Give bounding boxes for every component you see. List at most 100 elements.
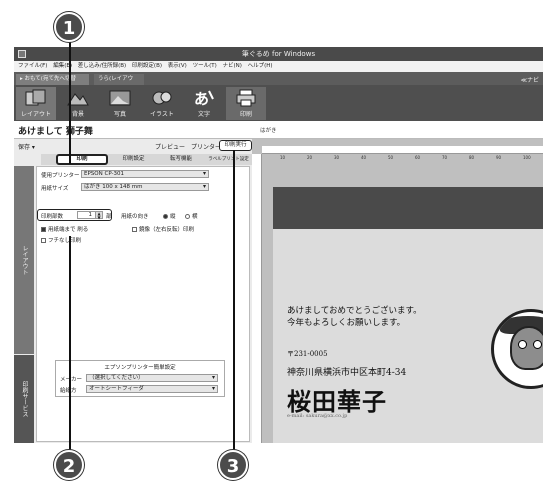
printer-icon xyxy=(236,89,256,107)
mirror-label: 鏡像（左右反転）印刷 xyxy=(139,227,195,233)
document-title: あけまして 獅子舞 xyxy=(18,127,93,137)
tab-back-side[interactable]: うら(レイアウト) xyxy=(94,74,144,93)
print-execute-button[interactable]: 印刷実行 xyxy=(219,140,252,151)
photo-icon xyxy=(109,90,131,106)
ribbon-background-label: 背景 xyxy=(71,111,84,118)
greeting-line-2: 今年もよろしくお願いします。 xyxy=(287,318,406,328)
printer-select[interactable]: EPSON CP-301 xyxy=(81,170,209,178)
callout-1: 1 xyxy=(54,12,84,42)
ribbon-illustration-button[interactable]: イラスト xyxy=(142,87,182,120)
navi-toggle[interactable]: ≪ナビ xyxy=(521,75,539,84)
callout-3-line xyxy=(233,150,235,456)
ribbon-photo-label: 写真 xyxy=(113,111,126,118)
ruler-label: 70 xyxy=(442,155,448,160)
title-bar: 筆ぐるめ for Windows xyxy=(14,47,543,61)
orientation-portrait[interactable]: 縦 xyxy=(161,212,176,220)
portrait-radio[interactable] xyxy=(163,214,168,219)
copies-stepper[interactable]: ▲ ▼ xyxy=(95,211,103,220)
card-header-band xyxy=(273,187,543,229)
ribbon-layout-button[interactable]: レイアウト xyxy=(16,87,56,120)
panel-toolbar: 保存 ▾ プレビュー プリンター設定 印刷実行 xyxy=(14,139,252,153)
canvas-area: 10 20 30 40 50 60 70 80 90 100 あけましておめでとうございます。 今… xyxy=(252,139,543,443)
ruler-label: 40 xyxy=(361,155,367,160)
menu-merge[interactable]: 差し込み/住所録(B) xyxy=(78,61,126,72)
ruler-label: 60 xyxy=(415,155,421,160)
paper-size-select[interactable]: はがき 100 x 148 mm xyxy=(81,183,209,191)
menu-view[interactable]: 表示(V) xyxy=(168,61,187,72)
ruler-marks: 10 20 30 40 50 60 70 80 90 100 xyxy=(280,155,531,160)
navi-label: ナビ xyxy=(526,77,539,84)
ruler-horizontal: 10 20 30 40 50 60 70 80 90 100 xyxy=(262,146,543,160)
tab-label-print[interactable]: ラベルプリント設定 xyxy=(206,154,251,165)
ribbon-background-button[interactable]: 背景 xyxy=(58,87,98,120)
tab-transfer[interactable]: 転写機能 xyxy=(161,154,201,165)
canvas-label: はがき xyxy=(260,128,277,134)
orientation-label: 用紙の向き xyxy=(121,214,149,220)
fit-option[interactable]: 用紙端まで 刷る xyxy=(41,225,88,233)
greeting-line-1: あけましておめでとうございます。 xyxy=(287,306,422,316)
menu-bar: ファイル(F) 編集(E) 差し込み/住所録(B) 印刷設定(B) 表示(V) … xyxy=(14,61,543,72)
ribbon-text-label: 文字 xyxy=(197,111,210,118)
tab-print-settings[interactable]: 印刷設定 xyxy=(111,154,156,165)
ruler-vertical xyxy=(252,154,262,443)
side-tab-print-service[interactable]: 印刷サービス xyxy=(14,355,34,443)
copies-label: 印刷部数 xyxy=(41,214,64,220)
maker-select[interactable]: （選択してください） xyxy=(86,374,218,382)
side-tab-layout[interactable]: レイアウト xyxy=(14,166,34,354)
orientation-landscape[interactable]: 横 xyxy=(183,212,198,220)
menu-file[interactable]: ファイル(F) xyxy=(18,61,47,72)
ruler-label: 30 xyxy=(334,155,340,160)
illustration-icon xyxy=(152,91,172,105)
mirror-option[interactable]: 鏡像（左右反転）印刷 xyxy=(132,225,194,233)
menu-print-settings[interactable]: 印刷設定(B) xyxy=(132,61,162,72)
ribbon-text-button[interactable]: あ 文字 xyxy=(184,87,224,120)
svg-text:あ: あ xyxy=(194,90,209,107)
app-window: 筆ぐるめ for Windows ファイル(F) 編集(E) 差し込み/住所録(… xyxy=(14,47,543,443)
save-button[interactable]: 保存 ▾ xyxy=(18,142,35,151)
menu-tools[interactable]: ツール(T) xyxy=(193,61,217,72)
menu-navi[interactable]: ナビ(N) xyxy=(222,61,241,72)
print-subtabs: 印刷 印刷設定 転写機能 ラベルプリント設定 xyxy=(41,154,252,165)
window-title: 筆ぐるめ for Windows xyxy=(241,50,316,58)
ruler-label: 50 xyxy=(388,155,394,160)
ruler-label: 20 xyxy=(307,155,313,160)
maker-label: メーカー xyxy=(60,377,83,383)
sender-zip: 〒231-0005 xyxy=(287,350,328,358)
sender-address: 神奈川県横浜市中区本町4-34 xyxy=(287,368,407,378)
ribbon-photo-button[interactable]: 写真 xyxy=(100,87,140,120)
ribbon-print-button[interactable]: 印刷 xyxy=(226,87,266,120)
feed-select[interactable]: オートシートフィーダ xyxy=(86,385,218,393)
document-header: あけまして 獅子舞 はがき xyxy=(14,121,543,139)
borderless-checkbox[interactable] xyxy=(41,238,46,243)
postcard-preview[interactable]: あけましておめでとうございます。 今年もよろしくお願いします。 〒231-000… xyxy=(273,187,543,443)
tab-print[interactable]: 印刷 xyxy=(56,154,108,165)
sender-email: e-mail: sakura@xx.co.jp xyxy=(287,413,348,419)
ruler-label: 10 xyxy=(280,155,286,160)
ribbon-illustration-label: イラスト xyxy=(150,111,174,118)
fit-label: 用紙端まで 刷る xyxy=(48,227,89,233)
sender-name: 桜田華子 xyxy=(287,387,387,416)
paper-size-label: 用紙サイズ xyxy=(41,186,69,192)
fit-checkbox[interactable] xyxy=(41,227,46,232)
ribbon-print-label: 印刷 xyxy=(239,111,252,118)
landscape-label: 横 xyxy=(192,214,198,220)
ruler-label: 80 xyxy=(469,155,475,160)
ruler-label: 90 xyxy=(496,155,502,160)
menu-help[interactable]: ヘルプ(H) xyxy=(248,61,273,72)
portrait-label: 縦 xyxy=(170,214,176,220)
epson-easy-settings: エプソンプリンター簡単設定 メーカー （選択してください） 給紙方 オートシート… xyxy=(55,360,225,397)
layout-icon xyxy=(25,89,46,106)
callout-2-line xyxy=(69,236,71,456)
callout-1-line xyxy=(69,40,71,164)
callout-3: 3 xyxy=(218,450,248,480)
borderless-option[interactable]: フチなし印刷 xyxy=(41,236,81,244)
tab-front-side[interactable]: ▸ おもて(宛て先へ切替 xyxy=(16,74,89,85)
ribbon-layout-label: レイアウト xyxy=(20,111,51,118)
easy-settings-title: エプソンプリンター簡単設定 xyxy=(104,365,176,371)
print-panel: 保存 ▾ プレビュー プリンター設定 印刷実行 印刷 印刷設定 転写機能 ラベル… xyxy=(14,139,252,443)
ribbon: レイアウト 背景 写真 イラスト あ 文字 印刷 xyxy=(14,85,543,121)
preview-button[interactable]: プレビュー xyxy=(155,142,185,151)
landscape-radio[interactable] xyxy=(185,214,190,219)
ruler-label: 100 xyxy=(523,155,531,160)
mirror-checkbox[interactable] xyxy=(132,227,137,232)
